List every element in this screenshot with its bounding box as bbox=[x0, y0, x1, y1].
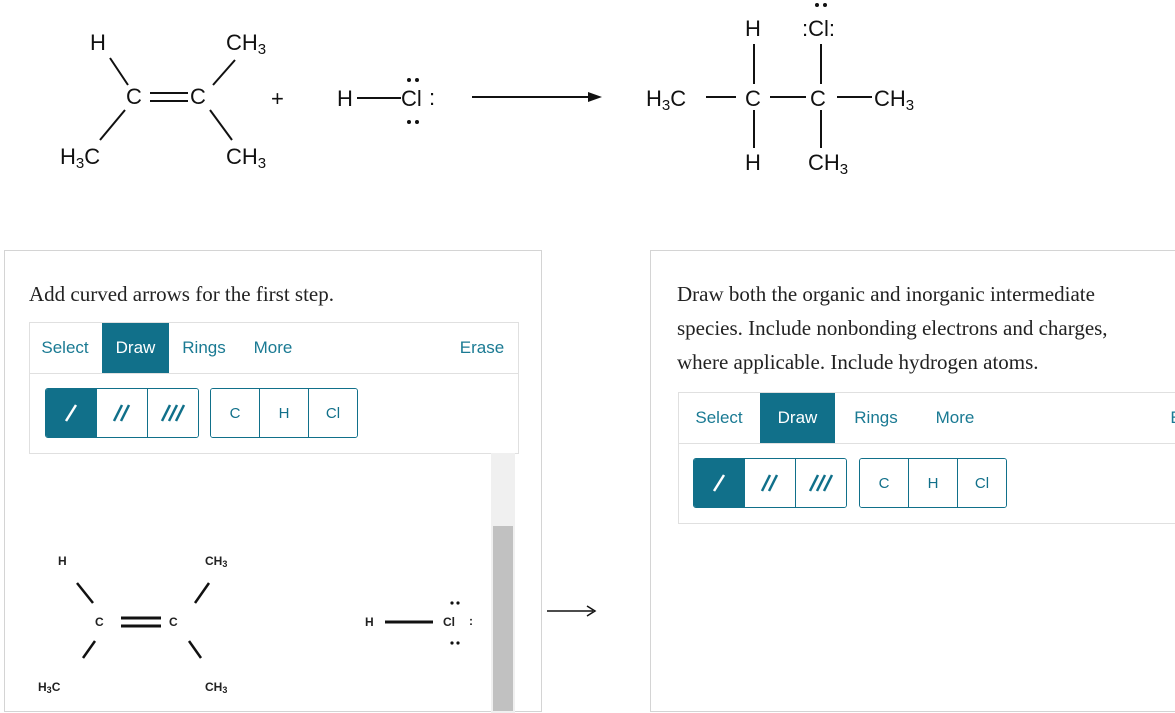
right-drawing-panel: Draw both the organic and inorganic inte… bbox=[650, 250, 1175, 712]
right-panel-prompt-line2: species. Include nonbonding electrons an… bbox=[677, 316, 1108, 340]
right-tab-bar: Select Draw Rings More E bbox=[679, 393, 1175, 444]
product-ch3-bottom: CH3 bbox=[808, 150, 849, 178]
alkene-c1: C bbox=[126, 84, 142, 109]
product-ch3-right: CH3 bbox=[874, 86, 915, 114]
step-arrow bbox=[547, 605, 597, 617]
right-atom-cl-button[interactable]: Cl bbox=[958, 459, 1006, 507]
right-atom-tool-group: C H Cl bbox=[859, 458, 1007, 508]
product-h-top: H bbox=[745, 16, 761, 41]
alkene-ch3-bottom: CH3 bbox=[226, 144, 267, 172]
canvas-ch3-top: CH3 bbox=[205, 554, 228, 569]
double-bond-button[interactable] bbox=[97, 389, 148, 437]
product-h3c: H3C bbox=[646, 86, 687, 114]
hcl-h: H bbox=[337, 86, 353, 111]
tab-more[interactable]: More bbox=[244, 323, 302, 373]
alkene-ch3-top: CH3 bbox=[226, 30, 267, 58]
hcl-bond bbox=[357, 97, 401, 99]
right-tab-more[interactable]: More bbox=[923, 393, 987, 443]
canvas-scrollbar-thumb[interactable] bbox=[493, 526, 513, 711]
atom-tool-group: C H Cl bbox=[210, 388, 358, 438]
right-atom-c-button[interactable]: C bbox=[860, 459, 909, 507]
single-bond-icon bbox=[712, 474, 726, 492]
right-canvas[interactable] bbox=[651, 523, 1175, 713]
right-tab-rings[interactable]: Rings bbox=[843, 393, 909, 443]
hcl-dots bbox=[407, 78, 419, 124]
product-c2: C bbox=[810, 86, 826, 111]
reaction-arrow bbox=[472, 92, 602, 102]
left-tab-bar: Select Draw Rings More Erase bbox=[30, 323, 518, 374]
double-bond-icon bbox=[112, 404, 131, 422]
right-double-bond-button[interactable] bbox=[745, 459, 796, 507]
canvas-bonds bbox=[76, 582, 460, 659]
product-cl: :Cl: bbox=[802, 16, 835, 41]
double-bond-icon bbox=[760, 474, 779, 492]
single-bond-button[interactable] bbox=[46, 389, 97, 437]
left-drawing-panel: Add curved arrows for the first step. Se… bbox=[4, 250, 542, 713]
right-panel-prompt-line1: Draw both the organic and inorganic inte… bbox=[677, 282, 1095, 306]
triple-bond-icon bbox=[808, 474, 834, 492]
atom-cl-button[interactable]: Cl bbox=[309, 389, 357, 437]
tab-select[interactable]: Select bbox=[30, 323, 100, 373]
single-bond-icon bbox=[64, 404, 78, 422]
right-tab-erase[interactable]: E bbox=[1161, 393, 1175, 443]
bond-tool-group bbox=[45, 388, 199, 438]
atom-h-button[interactable]: H bbox=[260, 389, 309, 437]
plus-sign: + bbox=[271, 86, 284, 111]
canvas-c2: C bbox=[169, 615, 178, 629]
right-bond-tool-group bbox=[693, 458, 847, 508]
alkene-h: H bbox=[90, 30, 106, 55]
tab-rings[interactable]: Rings bbox=[176, 323, 232, 373]
left-panel-prompt: Add curved arrows for the first step. bbox=[29, 282, 334, 306]
right-single-bond-button[interactable] bbox=[694, 459, 745, 507]
right-panel-prompt-line3: where applicable. Include hydrogen atoms… bbox=[677, 350, 1039, 374]
product-c1: C bbox=[745, 86, 761, 111]
canvas-c1: C bbox=[95, 615, 104, 629]
right-triple-bond-button[interactable] bbox=[796, 459, 846, 507]
canvas-h: H bbox=[58, 554, 67, 568]
tab-erase[interactable]: Erase bbox=[450, 323, 514, 373]
right-toolbar: Select Draw Rings More E C H Cl bbox=[678, 392, 1175, 524]
canvas-hcl-cl: Cl bbox=[443, 615, 455, 629]
left-canvas[interactable]: H CH3 C C H3C CH3 H Cl : bbox=[5, 453, 491, 713]
left-toolbar: Select Draw Rings More Erase C H Cl bbox=[29, 322, 519, 454]
canvas-ch3-bottom: CH3 bbox=[205, 680, 228, 695]
tab-draw[interactable]: Draw bbox=[102, 323, 169, 373]
product-h-bottom: H bbox=[745, 150, 761, 175]
atom-c-button[interactable]: C bbox=[211, 389, 260, 437]
triple-bond-button[interactable] bbox=[148, 389, 198, 437]
canvas-hcl-h: H bbox=[365, 615, 374, 629]
alkene-c2: C bbox=[190, 84, 206, 109]
alkene-h3c: H3C bbox=[60, 144, 101, 172]
right-atom-h-button[interactable]: H bbox=[909, 459, 958, 507]
canvas-cl-lone-pair: : bbox=[469, 614, 473, 628]
right-tab-select[interactable]: Select bbox=[679, 393, 759, 443]
right-tab-draw[interactable]: Draw bbox=[760, 393, 835, 443]
triple-bond-icon bbox=[160, 404, 186, 422]
canvas-h3c: H3C bbox=[38, 680, 61, 695]
